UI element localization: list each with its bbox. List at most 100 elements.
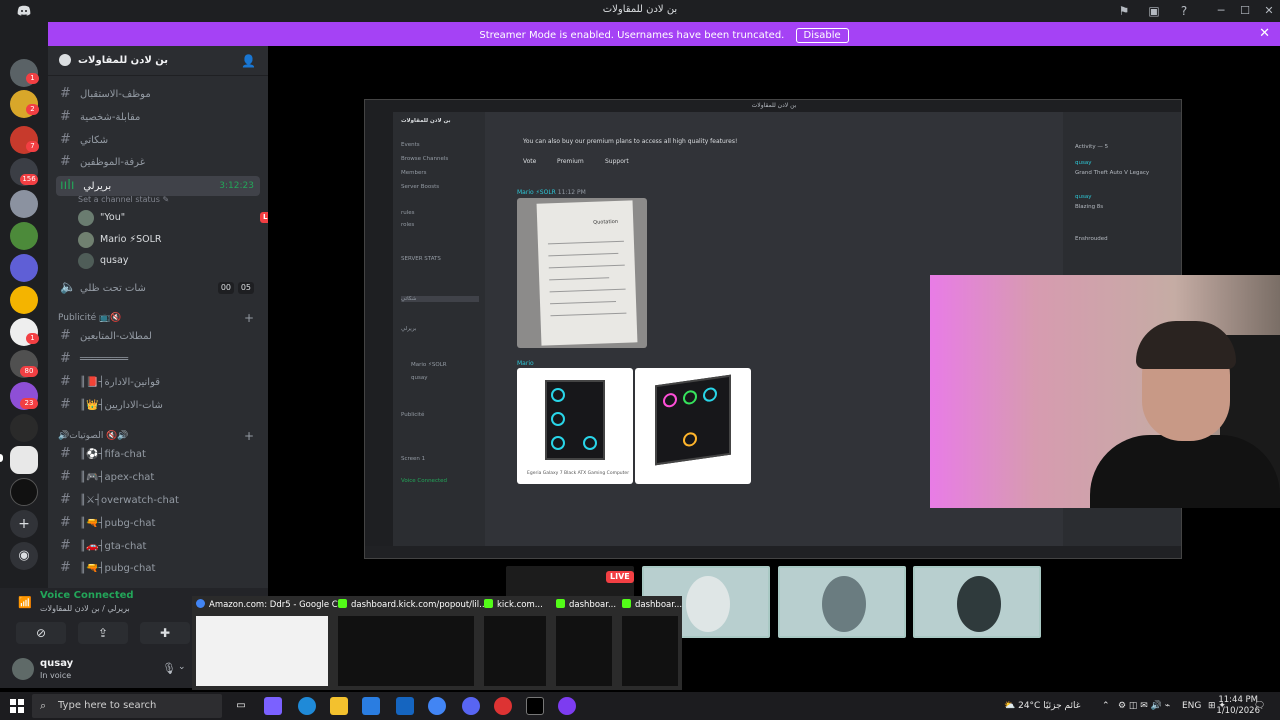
channel-item[interactable]: # مقابلة-شخصية bbox=[56, 107, 260, 127]
channel-item[interactable]: # ║📕┤قوانين-الادارة bbox=[56, 372, 260, 392]
voice-user-mario[interactable]: Mario ⚡SOLR bbox=[78, 230, 162, 250]
server-icon-6[interactable] bbox=[10, 222, 38, 250]
text-channel-icon: # bbox=[60, 154, 71, 169]
channel-item[interactable]: # ║🚗┤gta-chat bbox=[56, 536, 260, 556]
inbox-flag-icon[interactable]: ⚑ bbox=[1116, 3, 1132, 19]
receipt-line bbox=[548, 252, 619, 257]
voice-channel-timer: 3:12:23 bbox=[219, 181, 254, 191]
voice-connected-title[interactable]: Voice Connected bbox=[40, 590, 134, 601]
weather-widget[interactable]: ⛅ 24°C غائم جزئيًا bbox=[1004, 692, 1081, 720]
close-window-button[interactable]: ✕ bbox=[1260, 2, 1278, 20]
file-explorer-icon[interactable] bbox=[330, 697, 348, 715]
help-icon[interactable]: ? bbox=[1176, 3, 1192, 19]
afk-voice-channel[interactable]: 🔈 شات تحت ظلي 00 05 bbox=[56, 278, 260, 298]
add-channel-icon[interactable]: + bbox=[244, 311, 254, 325]
set-channel-status[interactable]: Set a channel status ✎ bbox=[78, 195, 169, 204]
signal-icon[interactable]: 📶 bbox=[18, 596, 32, 609]
thumbnail-chrome-amazon[interactable]: Amazon.com: Ddr5 - Google C... bbox=[192, 596, 346, 690]
invite-people-icon[interactable]: 👤 bbox=[241, 54, 256, 68]
thumbnail-kick-popout[interactable]: dashboard.kick.com/popout/lil... bbox=[334, 596, 487, 690]
channel-item[interactable]: # ║👑┤شات-الاداريين bbox=[56, 395, 260, 415]
maximize-button[interactable]: ☐ bbox=[1236, 2, 1254, 20]
participant-tile-3[interactable] bbox=[913, 566, 1041, 638]
server-badge-6: 80 bbox=[20, 366, 38, 377]
category-publicite[interactable]: Publicité 📺🔇 + bbox=[58, 311, 254, 325]
voice-connected-channel[interactable]: بريرلي / بن لادن للمقاولات bbox=[40, 604, 130, 613]
notification-icon[interactable]: 🗨 bbox=[1254, 692, 1265, 720]
server-icon-7[interactable] bbox=[10, 254, 38, 282]
copilot-icon[interactable] bbox=[264, 697, 282, 715]
server-icon-8[interactable] bbox=[10, 286, 38, 314]
screen-share-icon[interactable]: ▣ bbox=[1146, 3, 1162, 19]
server-icon-13[interactable] bbox=[10, 478, 38, 506]
app-icon[interactable] bbox=[558, 697, 576, 715]
chrome-taskbar-icon[interactable] bbox=[428, 697, 446, 715]
chrome-icon bbox=[196, 599, 205, 608]
user-name: qusay bbox=[40, 658, 74, 669]
obs-icon[interactable] bbox=[494, 697, 512, 715]
voice-user-you[interactable]: "You" LIVE bbox=[78, 208, 268, 228]
thumbnail-dashboard-2[interactable]: dashboar... bbox=[618, 596, 682, 690]
thumbnail-dashboard-1[interactable]: dashboar... bbox=[552, 596, 616, 690]
add-channel-icon[interactable]: + bbox=[244, 429, 254, 443]
text-channel-icon: # bbox=[60, 86, 71, 101]
participant-tile-2[interactable] bbox=[778, 566, 906, 638]
mic-icon[interactable]: 🎙 bbox=[162, 662, 176, 675]
windows-start-icon[interactable] bbox=[10, 699, 24, 713]
server-icon-current[interactable] bbox=[10, 446, 38, 474]
channel-item[interactable]: # ║🎮┤apex-chat bbox=[56, 467, 260, 487]
channel-item[interactable]: # ║⚽┤fifa-chat bbox=[56, 444, 260, 464]
user-status: In voice bbox=[40, 671, 72, 680]
channel-label: ║🔫┤pubg-chat bbox=[80, 518, 156, 529]
fan bbox=[683, 389, 697, 406]
voice-channel-active[interactable]: ıılı بريرلي 3:12:23 bbox=[56, 176, 260, 196]
kick-icon bbox=[622, 599, 631, 608]
inner-sidebar-item: شكاتي bbox=[401, 296, 479, 302]
activities-button[interactable]: ✚ bbox=[140, 622, 190, 644]
channel-label: ════════ bbox=[80, 354, 129, 365]
outlook-icon[interactable] bbox=[396, 697, 414, 715]
terminal-icon[interactable] bbox=[526, 697, 544, 715]
tray-icons[interactable]: ⚙ ◫ ✉ 🔊 ⌁ bbox=[1118, 692, 1170, 720]
fan bbox=[663, 392, 677, 409]
kick-icon bbox=[338, 599, 347, 608]
store-icon[interactable] bbox=[362, 697, 380, 715]
inner-author-2: Mario bbox=[517, 360, 534, 367]
camera-off-button[interactable]: ⊘ bbox=[16, 622, 66, 644]
streamer-mode-banner: Streamer Mode is enabled. Usernames have… bbox=[48, 22, 1280, 46]
user-avatar[interactable] bbox=[12, 658, 34, 680]
server-icon-12[interactable] bbox=[10, 414, 38, 442]
channel-item[interactable]: # ║🔫┤pubg-chat bbox=[56, 558, 260, 578]
channel-item[interactable]: # غرفة-الموظفين bbox=[56, 152, 260, 172]
channel-item[interactable]: # ║⚔┤overwatch-chat bbox=[56, 490, 260, 510]
voice-user-tag: ⚡SOLR bbox=[129, 234, 162, 245]
category-voice[interactable]: 🔊الصوتيات 🔇🔊 + bbox=[58, 429, 254, 443]
thumbnail-label: Amazon.com: Ddr5 - Google C... bbox=[196, 599, 346, 610]
channel-item[interactable]: # موظف-الاستقبال bbox=[56, 84, 260, 104]
minimize-button[interactable]: ─ bbox=[1212, 2, 1230, 20]
disable-streamer-mode-button[interactable]: Disable bbox=[795, 28, 849, 43]
channel-item[interactable]: # ║🔫┤pubg-chat bbox=[56, 513, 260, 533]
receipt-line bbox=[549, 288, 626, 293]
edge-icon[interactable] bbox=[298, 697, 316, 715]
discover-icon[interactable]: ◉ bbox=[10, 542, 38, 570]
banner-close-icon[interactable]: ✕ bbox=[1259, 26, 1270, 41]
discord-taskbar-icon[interactable] bbox=[462, 697, 480, 715]
thumbnail-kick[interactable]: kick.com... bbox=[480, 596, 550, 690]
add-server-icon[interactable]: + bbox=[10, 510, 38, 538]
window-titlebar: بن لادن للمقاولات ⚑ ▣ ? ─ ☐ ✕ bbox=[0, 0, 1280, 22]
server-name: بن لادن للمقاولات bbox=[78, 55, 169, 66]
voice-user-qusay[interactable]: qusay bbox=[78, 251, 128, 271]
chevron-down-icon[interactable]: ⌄ bbox=[178, 662, 186, 672]
taskbar-search[interactable]: ⌕ Type here to search bbox=[32, 694, 222, 718]
receipt-line bbox=[550, 301, 617, 305]
tray-chevron-icon[interactable]: ⌃ bbox=[1102, 692, 1110, 720]
task-view-icon[interactable]: ▭ bbox=[232, 697, 250, 715]
channel-item[interactable]: # شكاتي bbox=[56, 130, 260, 150]
share-screen-button[interactable]: ⇪ bbox=[78, 622, 128, 644]
server-header[interactable]: بن لادن للمقاولات 👤 bbox=[48, 46, 268, 76]
server-icon-5[interactable] bbox=[10, 190, 38, 218]
channel-item[interactable]: # لمطلات-المتابعين bbox=[56, 326, 260, 346]
channel-item[interactable]: # ════════ bbox=[56, 349, 260, 369]
language-indicator[interactable]: ENG bbox=[1182, 692, 1201, 720]
